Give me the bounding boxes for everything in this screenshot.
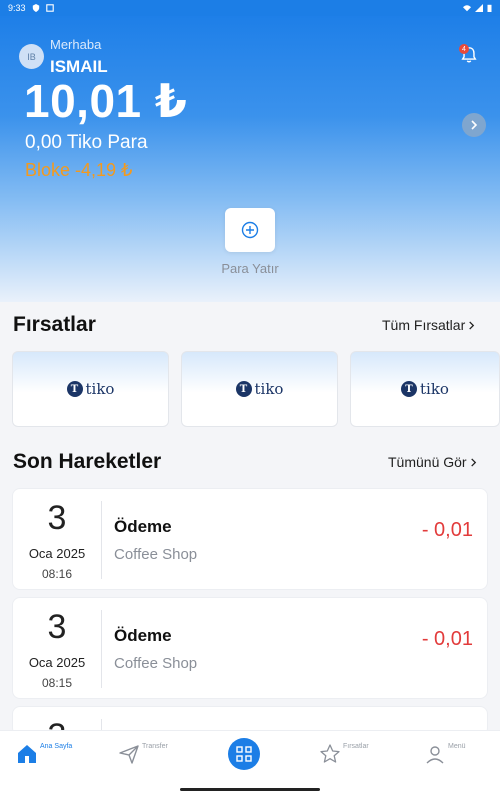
tiko-logo-text: tiko [420,380,449,398]
transaction-amount: - 0,01 [421,628,473,650]
deposit-button[interactable] [225,208,275,252]
transaction-merchant: Coffee Shop [114,546,198,563]
tiko-logo: T tiko [401,380,449,398]
chevron-right-icon [470,457,476,467]
qr-scan-button[interactable] [228,738,260,770]
balance-amount: 10,01 ₺ [24,75,188,127]
see-all-transactions-link[interactable]: Tümünü Gör [388,454,477,470]
divider [101,501,102,579]
home-indicator [180,788,320,791]
opportunity-card[interactable]: T tiko [181,351,338,427]
avatar[interactable]: IB [19,44,44,69]
opportunity-card[interactable]: T tiko [12,351,169,427]
qr-code-icon [236,746,252,762]
chevron-right-icon [471,120,478,130]
transaction-type: Ödeme [114,626,172,645]
divider [101,610,102,688]
nav-opportunities[interactable]: Fırsatlar [319,743,369,765]
transaction-day: 3 [47,499,67,537]
all-opportunities-link[interactable]: Tüm Fırsatlar [382,317,475,333]
transaction-day: 3 [47,608,67,646]
all-opportunities-label: Tüm Fırsatlar [382,317,466,333]
transaction-row[interactable]: 3 Oca 2025 08:16 Ödeme Coffee Shop - 0,0… [12,488,488,590]
send-icon [119,745,139,764]
user-icon [426,746,444,764]
status-time: 9:33 [8,3,26,13]
nav-transfer-label: Transfer [142,743,168,750]
transaction-row[interactable]: 3 Oca 2025 08:15 Ödeme Coffee Shop - 0,0… [12,597,488,699]
nav-transfer[interactable]: Transfer [118,743,168,765]
nav-home[interactable]: Ana Sayfa [16,743,72,765]
chevron-right-icon [469,320,475,330]
star-icon [320,744,340,763]
nav-menu[interactable]: Menü [424,743,466,765]
notification-badge: 4 [459,44,469,54]
shield-icon [32,4,39,12]
tiko-logo-mark: T [66,381,83,397]
see-all-label: Tümünü Gör [388,454,467,470]
transaction-month: Oca 2025 [28,655,86,670]
tiko-para-balance: 0,00 Tiko Para [25,132,148,153]
plus-circle-icon [241,221,259,239]
notification-app-icon [45,4,54,12]
transaction-merchant: Coffee Shop [114,655,198,672]
tiko-logo-text: tiko [85,380,115,398]
blocked-amount: Bloke -4,19 ₺ [25,160,133,180]
tiko-logo-mark: T [401,381,418,397]
tiko-logo-text: tiko [254,380,284,398]
wifi-icon [463,5,471,12]
transaction-time: 08:16 [41,567,73,581]
transaction-amount: - 0,01 [421,519,473,541]
next-card-button[interactable] [462,113,486,137]
deposit-label: Para Yatır [221,261,279,276]
transaction-month: Oca 2025 [28,546,86,561]
status-bar: 9:33 [0,0,500,16]
tiko-logo: T tiko [66,380,115,398]
nav-opportunities-label: Fırsatlar [343,743,369,750]
battery-icon [487,4,492,12]
greeting-text: Merhaba [50,37,102,52]
opportunity-card[interactable]: T tiko [350,351,500,427]
tiko-logo: T tiko [235,380,284,398]
recent-transactions-title: Son Hareketler [13,450,162,473]
signal-icon [475,4,483,12]
home-icon [18,745,36,763]
transaction-type: Ödeme [114,517,172,536]
nav-home-label: Ana Sayfa [40,743,73,750]
transaction-time: 08:15 [41,676,73,690]
tiko-logo-mark: T [235,381,252,397]
opportunities-title: Fırsatlar [13,313,96,336]
nav-menu-label: Menü [448,743,466,750]
